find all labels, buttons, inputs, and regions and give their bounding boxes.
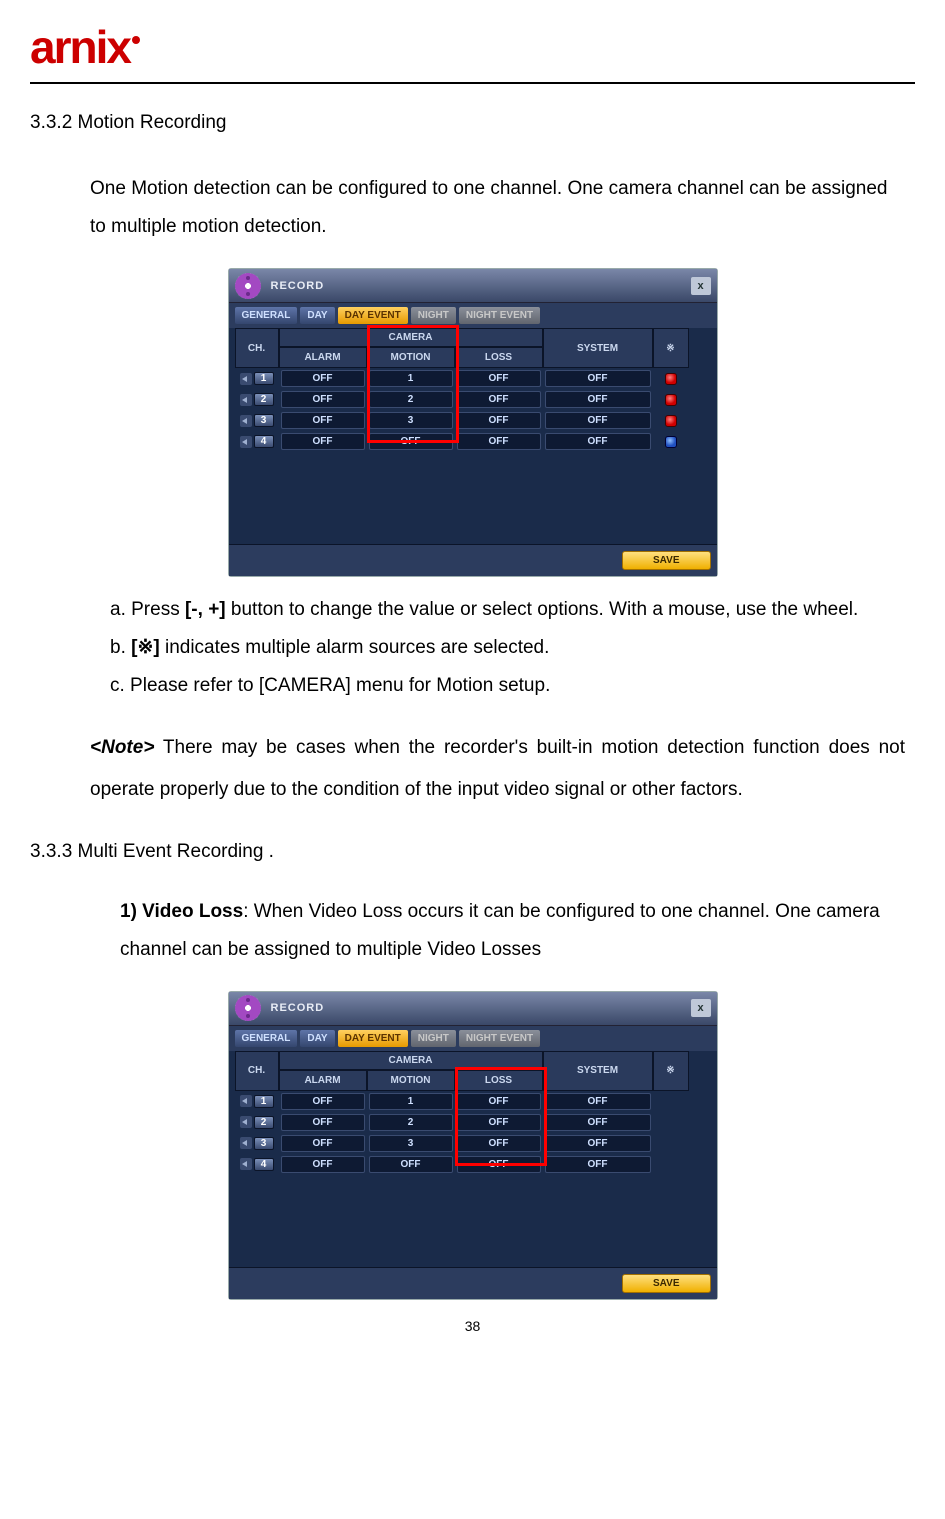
tab-general[interactable]: GENERAL	[235, 1030, 298, 1047]
tab-day-event[interactable]: DAY EVENT	[338, 1030, 408, 1047]
page-number: 38	[30, 1318, 915, 1334]
status-dot-icon	[665, 436, 677, 448]
cell-alarm[interactable]: OFF	[281, 1135, 365, 1152]
list-item-c: c. Please refer to [CAMERA] menu for Mot…	[110, 667, 905, 705]
col-header-ch: CH.	[235, 1051, 279, 1091]
channel-number[interactable]: 1	[254, 1095, 274, 1108]
col-header-mark: ※	[653, 328, 689, 368]
intro-332: One Motion detection can be configured t…	[90, 170, 905, 246]
col-header-camera: CAMERA	[279, 328, 543, 347]
cell-system[interactable]: OFF	[545, 433, 651, 450]
cell-motion[interactable]: 2	[369, 391, 453, 408]
tab-night-event[interactable]: NIGHT EVENT	[459, 1030, 540, 1047]
cell-motion[interactable]: 1	[369, 370, 453, 387]
note-332: <Note> There may be cases when the recor…	[90, 727, 905, 811]
tab-day[interactable]: DAY	[300, 307, 334, 324]
tab-day-event[interactable]: DAY EVENT	[338, 307, 408, 324]
cell-system[interactable]: OFF	[545, 1114, 651, 1131]
cell-system[interactable]: OFF	[545, 370, 651, 387]
cell-motion[interactable]: 3	[369, 1135, 453, 1152]
cell-motion[interactable]: 2	[369, 1114, 453, 1131]
sound-icon[interactable]	[240, 1116, 252, 1128]
reel-icon	[235, 273, 261, 299]
cell-motion[interactable]: OFF	[369, 433, 453, 450]
cell-system[interactable]: OFF	[545, 1135, 651, 1152]
cell-loss[interactable]: OFF	[457, 1114, 541, 1131]
cell-system[interactable]: OFF	[545, 1156, 651, 1173]
cell-motion[interactable]: OFF	[369, 1156, 453, 1173]
close-button[interactable]: x	[691, 277, 711, 295]
cell-alarm[interactable]: OFF	[281, 412, 365, 429]
status-dot-icon	[665, 373, 677, 385]
channel-number[interactable]: 4	[254, 1158, 274, 1171]
record-panel-loss: RECORD x GENERAL DAY DAY EVENT NIGHT NIG…	[228, 991, 718, 1300]
list-item-a: a. Press [-, +] button to change the val…	[110, 591, 905, 629]
cell-motion[interactable]: 1	[369, 1093, 453, 1110]
sound-icon[interactable]	[240, 436, 252, 448]
reel-icon	[235, 995, 261, 1021]
save-button[interactable]: SAVE	[622, 551, 711, 570]
sound-icon[interactable]	[240, 373, 252, 385]
cell-alarm[interactable]: OFF	[281, 433, 365, 450]
sound-icon[interactable]	[240, 415, 252, 427]
cell-loss[interactable]: OFF	[457, 1135, 541, 1152]
channel-number[interactable]: 3	[254, 414, 274, 427]
logo: arnix	[30, 20, 130, 74]
record-panel-motion: RECORD x GENERAL DAY DAY EVENT NIGHT NIG…	[228, 268, 718, 577]
col-header-loss: LOSS	[455, 1070, 543, 1091]
cell-system[interactable]: OFF	[545, 412, 651, 429]
cell-motion[interactable]: 3	[369, 412, 453, 429]
sound-icon[interactable]	[240, 1095, 252, 1107]
cell-loss[interactable]: OFF	[457, 412, 541, 429]
col-header-loss: LOSS	[455, 347, 543, 368]
sound-icon[interactable]	[240, 394, 252, 406]
col-header-motion: MOTION	[367, 347, 455, 368]
col-header-mark: ※	[653, 1051, 689, 1091]
sound-icon[interactable]	[240, 1137, 252, 1149]
channel-number[interactable]: 2	[254, 1116, 274, 1129]
col-header-system: SYSTEM	[543, 328, 653, 368]
panel-title: RECORD	[271, 280, 325, 292]
sound-icon[interactable]	[240, 1158, 252, 1170]
logo-dot-icon	[132, 36, 140, 44]
cell-loss[interactable]: OFF	[457, 370, 541, 387]
panel-title: RECORD	[271, 1002, 325, 1014]
tab-day[interactable]: DAY	[300, 1030, 334, 1047]
cell-loss[interactable]: OFF	[457, 1093, 541, 1110]
cell-system[interactable]: OFF	[545, 391, 651, 408]
col-header-alarm: ALARM	[279, 347, 367, 368]
channel-number[interactable]: 3	[254, 1137, 274, 1150]
col-header-system: SYSTEM	[543, 1051, 653, 1091]
tab-night[interactable]: NIGHT	[411, 307, 456, 324]
col-header-alarm: ALARM	[279, 1070, 367, 1091]
cell-alarm[interactable]: OFF	[281, 1093, 365, 1110]
status-dot-icon	[665, 394, 677, 406]
tab-night-event[interactable]: NIGHT EVENT	[459, 307, 540, 324]
header-rule	[30, 82, 915, 84]
cell-alarm[interactable]: OFF	[281, 370, 365, 387]
status-dot-icon	[665, 415, 677, 427]
tab-night[interactable]: NIGHT	[411, 1030, 456, 1047]
cell-alarm[interactable]: OFF	[281, 1156, 365, 1173]
list-item-b: b. [※] indicates multiple alarm sources …	[110, 629, 905, 667]
cell-loss[interactable]: OFF	[457, 433, 541, 450]
col-header-ch: CH.	[235, 328, 279, 368]
cell-system[interactable]: OFF	[545, 1093, 651, 1110]
col-header-camera: CAMERA	[279, 1051, 543, 1070]
cell-alarm[interactable]: OFF	[281, 391, 365, 408]
tab-general[interactable]: GENERAL	[235, 307, 298, 324]
col-header-motion: MOTION	[367, 1070, 455, 1091]
channel-number[interactable]: 4	[254, 435, 274, 448]
save-button[interactable]: SAVE	[622, 1274, 711, 1293]
cell-loss[interactable]: OFF	[457, 1156, 541, 1173]
section-333-heading: 3.3.3 Multi Event Recording .	[30, 841, 915, 863]
close-button[interactable]: x	[691, 999, 711, 1017]
cell-alarm[interactable]: OFF	[281, 1114, 365, 1131]
cell-loss[interactable]: OFF	[457, 391, 541, 408]
sub-333-video-loss: 1) Video Loss: When Video Loss occurs it…	[120, 893, 905, 969]
section-332-heading: 3.3.2 Motion Recording	[30, 112, 915, 134]
channel-number[interactable]: 2	[254, 393, 274, 406]
channel-number[interactable]: 1	[254, 372, 274, 385]
